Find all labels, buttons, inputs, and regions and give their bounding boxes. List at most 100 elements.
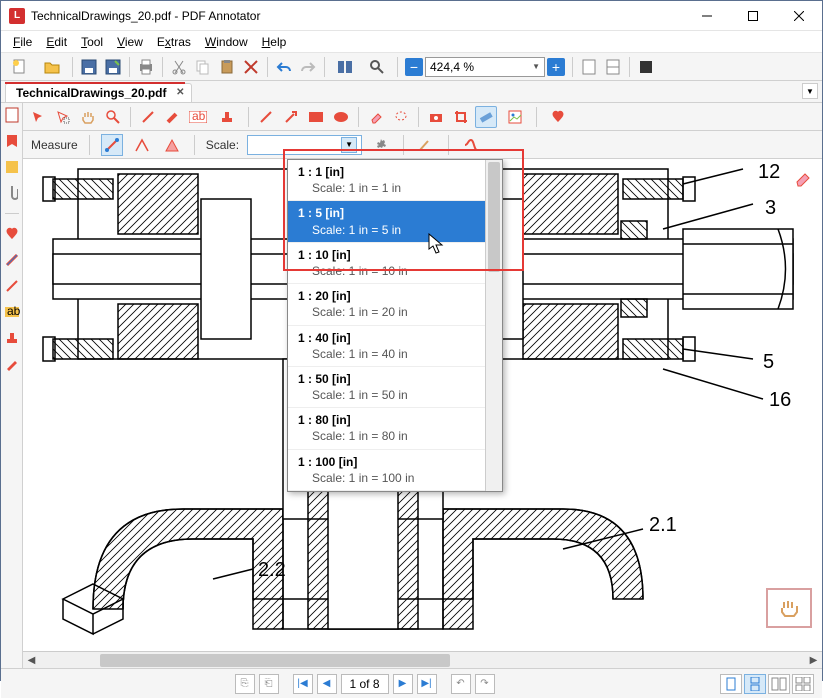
page-insert-after-button[interactable]: ⎗ [259,674,279,694]
camera-tool[interactable] [425,106,447,128]
page-fit-button[interactable] [578,56,600,78]
menu-file[interactable]: File [7,33,38,51]
document-viewport[interactable]: 12 3 5 16 2.1 2.2 1 : 1 [in] Scale: 1 in… [23,159,822,668]
text-highlight-icon[interactable]: ab [4,304,20,320]
prev-page-button[interactable]: ◀ [317,674,337,694]
maximize-button[interactable] [730,1,776,31]
rect-anno[interactable] [305,106,327,128]
scale-option-1-1[interactable]: 1 : 1 [in] Scale: 1 in = 1 in [288,160,502,201]
page-indicator[interactable]: 1 of 8 [341,674,389,694]
scale-settings-button[interactable] [370,134,392,156]
search-button[interactable] [362,56,392,78]
image-tool[interactable] [500,106,530,128]
tab-close-icon[interactable]: ✕ [176,87,184,98]
horizontal-scrollbar[interactable]: ◀ ▶ [23,651,822,668]
note-icon[interactable] [4,159,20,175]
copy-button[interactable] [192,56,214,78]
close-button[interactable] [776,1,822,31]
pencil-icon[interactable] [4,278,20,294]
first-page-button[interactable]: |◀ [293,674,313,694]
menu-tool[interactable]: Tool [75,33,109,51]
measure-area-button[interactable] [161,134,183,156]
pan-mode-box[interactable] [766,588,812,628]
page-insert-before-button[interactable]: ⎘ [235,674,255,694]
scroll-thumb[interactable] [100,654,450,667]
view-continuous-button[interactable] [744,674,766,694]
crop-tool[interactable] [450,106,472,128]
marker-anno[interactable] [162,106,184,128]
zoom-tool[interactable] [102,106,124,128]
redo-button[interactable] [297,56,319,78]
pan-tool[interactable] [77,106,99,128]
select-tool[interactable] [52,106,74,128]
next-page-button[interactable]: ▶ [393,674,413,694]
view-two-page-button[interactable] [768,674,790,694]
view-single-button[interactable] [720,674,742,694]
scale-option-1-10[interactable]: 1 : 10 [in] Scale: 1 in = 10 in [288,243,502,284]
snap-to-content-button[interactable] [460,134,482,156]
document-tab[interactable]: TechnicalDrawings_20.pdf ✕ [5,83,192,102]
tab-list-button[interactable]: ▼ [802,83,818,99]
measure-toolbar: Measure Scale: ▼ [23,131,822,159]
view-two-continuous-button[interactable] [792,674,814,694]
scale-dropdown-button[interactable]: ▼ [341,137,357,153]
line-anno[interactable] [255,106,277,128]
dropdown-scrollbar[interactable] [485,160,502,491]
zoom-in-button[interactable]: + [547,58,565,76]
stamp-anno[interactable] [212,106,242,128]
measure-distance-button[interactable] [101,134,123,156]
new-doc-button[interactable] [5,56,35,78]
menu-window[interactable]: Window [199,33,254,51]
text-anno[interactable]: ab| [187,106,209,128]
scale-option-1-50[interactable]: 1 : 50 [in] Scale: 1 in = 50 in [288,367,502,408]
save-as-button[interactable] [102,56,124,78]
scale-option-1-5[interactable]: 1 : 5 [in] Scale: 1 in = 5 in [288,201,502,242]
quick-eraser-icon[interactable] [790,165,816,191]
scale-option-1-40[interactable]: 1 : 40 [in] Scale: 1 in = 40 in [288,326,502,367]
zoom-field[interactable]: 424,4 %▼ [425,57,545,77]
zoom-out-button[interactable]: − [405,58,423,76]
edit-red-icon[interactable] [4,356,20,372]
menu-edit[interactable]: Edit [40,33,73,51]
open-button[interactable] [37,56,67,78]
scale-option-1-20[interactable]: 1 : 20 [in] Scale: 1 in = 20 in [288,284,502,325]
pen-tool-icon[interactable] [4,252,20,268]
angle-snap-button[interactable] [415,134,437,156]
find-button[interactable] [330,56,360,78]
delete-button[interactable] [240,56,262,78]
last-page-button[interactable]: ▶| [417,674,437,694]
attachment-icon[interactable] [4,185,20,201]
save-button[interactable] [78,56,100,78]
svg-text:ab|: ab| [192,111,207,123]
menu-help[interactable]: Help [256,33,293,51]
page-width-button[interactable] [602,56,624,78]
scale-option-1-100[interactable]: 1 : 100 [in] Scale: 1 in = 100 in [288,450,502,491]
page-thumb-icon[interactable] [4,107,20,123]
undo-button[interactable] [273,56,295,78]
bookmark-red-icon[interactable] [4,133,20,149]
arrow-anno[interactable] [280,106,302,128]
menu-view[interactable]: View [111,33,149,51]
pen-anno[interactable] [137,106,159,128]
minimize-button[interactable] [684,1,730,31]
favorite-icon[interactable] [4,226,20,242]
print-button[interactable] [135,56,157,78]
nav-back-button[interactable]: ↶ [451,674,471,694]
menu-extras[interactable]: Extras [151,33,197,51]
stamp-red-icon[interactable] [4,330,20,346]
cut-button[interactable] [168,56,190,78]
lasso-tool[interactable] [390,106,412,128]
paste-button[interactable] [216,56,238,78]
pointer-tool[interactable] [27,106,49,128]
nav-forward-button[interactable]: ↷ [475,674,495,694]
measure-perimeter-button[interactable] [131,134,153,156]
measure-tool[interactable] [475,106,497,128]
scroll-right-button[interactable]: ▶ [805,652,822,669]
ellipse-anno[interactable] [330,106,352,128]
eraser-tool[interactable] [365,106,387,128]
scale-option-1-80[interactable]: 1 : 80 [in] Scale: 1 in = 80 in [288,408,502,449]
scale-combo[interactable]: ▼ [247,135,362,155]
favorites-tool[interactable] [543,106,573,128]
scroll-left-button[interactable]: ◀ [23,652,40,669]
fullscreen-button[interactable] [635,56,657,78]
